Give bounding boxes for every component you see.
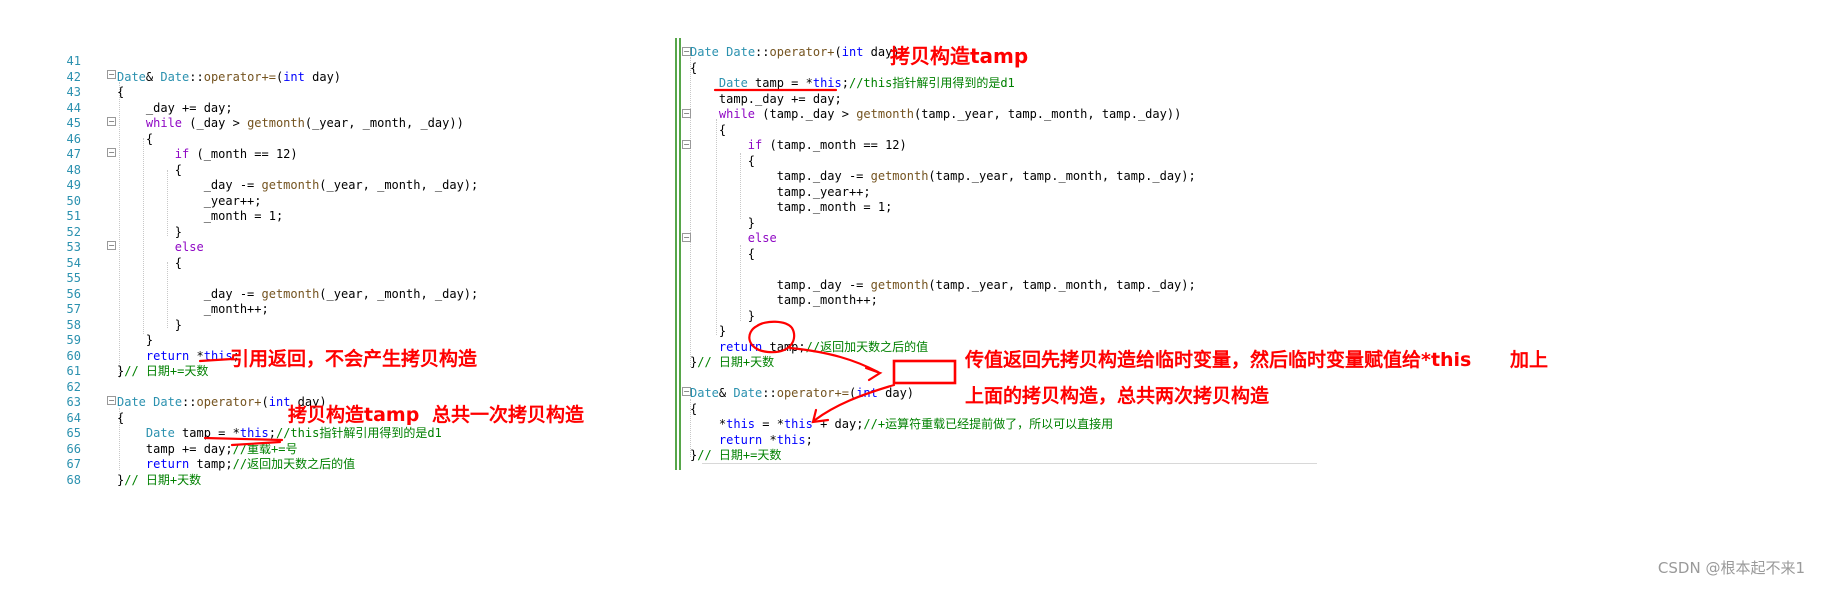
fold-toggle-icon[interactable]: − xyxy=(107,396,116,405)
change-marker-bar xyxy=(679,38,681,470)
fold-toggle-icon[interactable]: − xyxy=(107,70,116,79)
annotation-copy-tamp-left: 拷贝构造tamp xyxy=(288,404,420,426)
fold-toggle-icon[interactable]: − xyxy=(107,241,116,250)
change-marker-bar xyxy=(675,38,677,470)
code-line[interactable]: }// 日期+天数 xyxy=(117,471,201,489)
code-line[interactable]: Date& Date::operator+=(int day) xyxy=(690,384,914,402)
right-code-editor: − − − − − Date Date::operator+(int day){… xyxy=(682,43,1362,473)
csdn-watermark: CSDN @根本起不来1 xyxy=(1657,559,1805,577)
code-line[interactable]: Date& Date::operator+=(int day) xyxy=(117,68,341,86)
bottom-border xyxy=(702,463,1317,464)
annotation-ref-return: 引用返回，不会产生拷贝构造 xyxy=(230,348,478,370)
fold-toggle-icon[interactable]: − xyxy=(107,148,116,157)
annotation-add-up: 加上 xyxy=(1510,349,1549,371)
code-line[interactable]: }// 日期+=天数 xyxy=(117,362,208,380)
code-line[interactable]: }// 日期+=天数 xyxy=(690,446,781,464)
fold-toggle-icon[interactable]: − xyxy=(107,117,116,126)
annotation-copy-tamp-right: 拷贝构造tamp xyxy=(890,44,1029,68)
annotation-value-return-2: 上面的拷贝构造，总共两次拷贝构造 xyxy=(965,385,1270,407)
annotation-copy-once: 总共一次拷贝构造 xyxy=(432,404,585,426)
annotation-value-return-1: 传值返回先拷贝构造给临时变量，然后临时变量赋值给*this xyxy=(965,349,1472,371)
line-number: 68 xyxy=(66,472,81,487)
code-line[interactable]: Date Date::operator+(int day) xyxy=(690,43,900,61)
code-line[interactable]: { xyxy=(690,245,755,263)
code-line[interactable]: while (_day > getmonth(_year, _month, _d… xyxy=(117,114,464,132)
code-line[interactable]: { xyxy=(117,254,182,272)
left-code-editor: 41 42 43 44 45 46 47 48 49 50 51 52 53 54 55 56 57 58 59 60… xyxy=(55,52,615,572)
code-line[interactable]: }// 日期+天数 xyxy=(690,353,774,371)
code-line[interactable]: while (tamp._day > getmonth(tamp._year, … xyxy=(690,105,1181,123)
